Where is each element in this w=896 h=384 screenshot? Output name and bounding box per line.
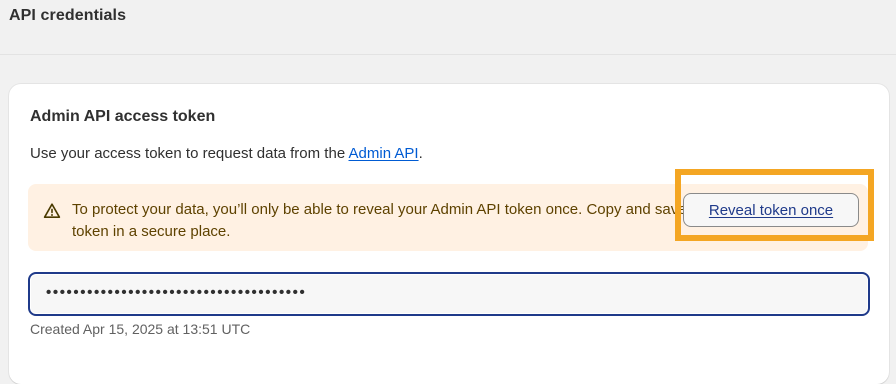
warning-triangle-icon <box>43 202 61 220</box>
card-description: Use your access token to request data fr… <box>30 145 423 162</box>
masked-token-value: •••••••••••••••••••••••••••••••••••••• <box>46 284 307 301</box>
access-token-field[interactable]: •••••••••••••••••••••••••••••••••••••• <box>28 272 870 316</box>
card-description-suffix: . <box>418 145 423 162</box>
page-header: API credentials <box>0 0 896 55</box>
reveal-token-once-button[interactable]: Reveal token once <box>683 193 859 227</box>
token-created-timestamp: Created Apr 15, 2025 at 13:51 UTC <box>30 321 251 337</box>
card-description-prefix: Use your access token to request data fr… <box>30 145 349 162</box>
page-title: API credentials <box>9 7 127 24</box>
admin-api-link[interactable]: Admin API <box>349 145 419 162</box>
card-title: Admin API access token <box>30 108 216 125</box>
